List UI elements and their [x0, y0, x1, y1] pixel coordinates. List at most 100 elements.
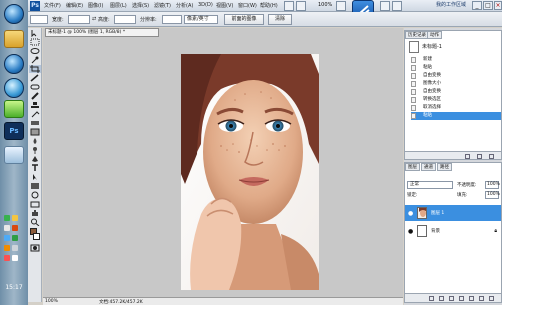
menu-file[interactable]: 文件(F) [44, 2, 61, 9]
menu-analysis[interactable]: 分析(A) [176, 2, 193, 9]
link-layers-icon[interactable] [429, 296, 434, 301]
layer-row-background[interactable]: ● 背景 🔒︎ [405, 223, 501, 239]
maximize-icon[interactable]: □ [483, 1, 493, 10]
folder-icon[interactable] [4, 30, 24, 48]
lasso-tool-icon[interactable] [29, 47, 41, 55]
menu-filter[interactable]: 滤镜(T) [154, 2, 171, 9]
eraser-tool-icon[interactable] [29, 119, 41, 127]
tray-icon-7[interactable] [4, 245, 10, 251]
healing-brush-tool-icon[interactable] [29, 83, 41, 91]
tool-icon-a[interactable] [380, 1, 390, 11]
settings-icon[interactable] [4, 146, 24, 164]
tray-icon-9[interactable] [4, 255, 10, 261]
swap-icon[interactable]: ⇄ [92, 16, 96, 22]
history-item[interactable]: 自由变换 [411, 88, 501, 96]
gradient-tool-icon[interactable] [29, 128, 41, 136]
menu-edit[interactable]: 编辑(E) [66, 2, 83, 9]
blend-mode-select[interactable]: 正常 [407, 181, 453, 189]
history-snapshot[interactable]: 未标题-1 [406, 40, 500, 54]
history-item-active[interactable]: 粘贴 [411, 112, 501, 120]
zoom-tool-icon[interactable] [29, 218, 41, 226]
tool-icon-b[interactable] [392, 1, 402, 11]
history-item[interactable]: 新建 [411, 56, 501, 64]
green-app-icon[interactable] [4, 100, 24, 118]
clone-stamp-tool-icon[interactable] [29, 101, 41, 109]
menu-window[interactable]: 窗口(W) [238, 2, 257, 9]
tab-actions[interactable]: 动作 [427, 31, 442, 39]
quick-mask-icon[interactable] [29, 244, 41, 252]
minimize-icon[interactable]: _ [472, 1, 482, 10]
ie-icon[interactable] [4, 54, 24, 74]
delete-layer-icon[interactable] [489, 296, 494, 301]
width-field[interactable] [68, 15, 90, 24]
tray-icon-5[interactable] [4, 235, 10, 241]
type-tool-icon[interactable] [29, 164, 41, 172]
move-tool-icon[interactable] [29, 29, 41, 37]
crop-tool-icon[interactable] [29, 65, 41, 73]
history-item[interactable]: 图像大小 [411, 80, 501, 88]
color-swatches[interactable] [29, 227, 41, 243]
tab-paths[interactable]: 路径 [437, 163, 452, 171]
crop-tool-preset[interactable] [30, 15, 48, 24]
ie-icon-2[interactable] [4, 78, 24, 98]
history-brush-tool-icon[interactable] [29, 110, 41, 118]
visibility-eye-icon[interactable]: ● [408, 210, 413, 217]
adjustment-layer-icon[interactable] [459, 296, 464, 301]
3d-rotate-tool-icon[interactable] [29, 191, 41, 199]
speaker-icon[interactable] [12, 245, 18, 251]
path-selection-tool-icon[interactable] [29, 173, 41, 181]
marquee-tool-icon[interactable] [29, 38, 41, 46]
tray-icon-1[interactable] [4, 215, 10, 221]
tray-icon-6[interactable] [12, 235, 18, 241]
resolution-unit-select[interactable]: 像素/英寸 [184, 15, 218, 24]
visibility-eye-icon[interactable]: ● [408, 228, 413, 235]
new-document-icon[interactable] [477, 154, 482, 159]
document-tab[interactable]: 未标题-1 @ 100% (图层 1, RGB/8) * [45, 28, 159, 37]
resolution-field[interactable] [162, 15, 182, 24]
menu-help[interactable]: 帮助(H) [260, 2, 278, 9]
network-icon[interactable] [12, 255, 18, 261]
quick-select-tool-icon[interactable] [29, 56, 41, 64]
opacity-field[interactable]: 100% [485, 181, 500, 189]
workspace-switcher[interactable]: 我的工作区域 [436, 1, 466, 8]
status-zoom-level[interactable]: 100% [45, 299, 58, 304]
document-canvas-area[interactable]: 未标题-1 @ 100% (图层 1, RGB/8) * 100% 文档:457… [43, 28, 403, 305]
menu-image[interactable]: 图像(I) [88, 2, 103, 9]
new-group-icon[interactable] [469, 296, 474, 301]
zoom-level-select[interactable]: 100% [318, 2, 332, 8]
front-image-button[interactable]: 前面的图像 [224, 14, 264, 25]
close-icon[interactable]: × [494, 1, 502, 10]
tab-history[interactable]: 历史记录 [405, 31, 429, 39]
history-item[interactable]: 自由变换 [411, 72, 501, 80]
eyedropper-tool-icon[interactable] [29, 74, 41, 82]
tray-icon-2[interactable] [12, 215, 18, 221]
tray-icon-4[interactable] [12, 225, 18, 231]
menu-select[interactable]: 选择(S) [132, 2, 149, 9]
dodge-tool-icon[interactable] [29, 146, 41, 154]
layer-mask-icon[interactable] [449, 296, 454, 301]
height-field[interactable] [114, 15, 136, 24]
background-color-swatch[interactable] [33, 233, 40, 240]
pen-tool-icon[interactable] [29, 155, 41, 163]
3d-camera-tool-icon[interactable] [29, 200, 41, 208]
mini-bridge-icon[interactable] [296, 1, 306, 11]
arrange-icon[interactable] [336, 1, 346, 11]
photoshop-taskbar-icon[interactable]: Ps [4, 122, 24, 140]
brush-tool-icon[interactable] [29, 92, 41, 100]
menu-layer[interactable]: 图层(L) [110, 2, 127, 9]
tab-channels[interactable]: 通道 [421, 163, 436, 171]
clear-button[interactable]: 清除 [268, 14, 292, 25]
blur-tool-icon[interactable] [29, 137, 41, 145]
taskbar-clock[interactable]: 15:17 [2, 284, 26, 291]
bridge-icon[interactable] [284, 1, 294, 11]
layer-row-layer1[interactable]: ● 图层 1 [405, 205, 501, 221]
new-layer-icon[interactable] [479, 296, 484, 301]
history-item[interactable]: 转换选区 [411, 96, 501, 104]
menu-3d[interactable]: 3D(D) [198, 2, 213, 8]
tray-icon-3[interactable] [4, 225, 10, 231]
history-item[interactable]: 粘贴 [411, 64, 501, 72]
start-orb-icon[interactable] [4, 4, 24, 24]
layer-style-icon[interactable] [439, 296, 444, 301]
hand-tool-icon[interactable] [29, 209, 41, 217]
tab-layers[interactable]: 图层 [405, 163, 420, 171]
